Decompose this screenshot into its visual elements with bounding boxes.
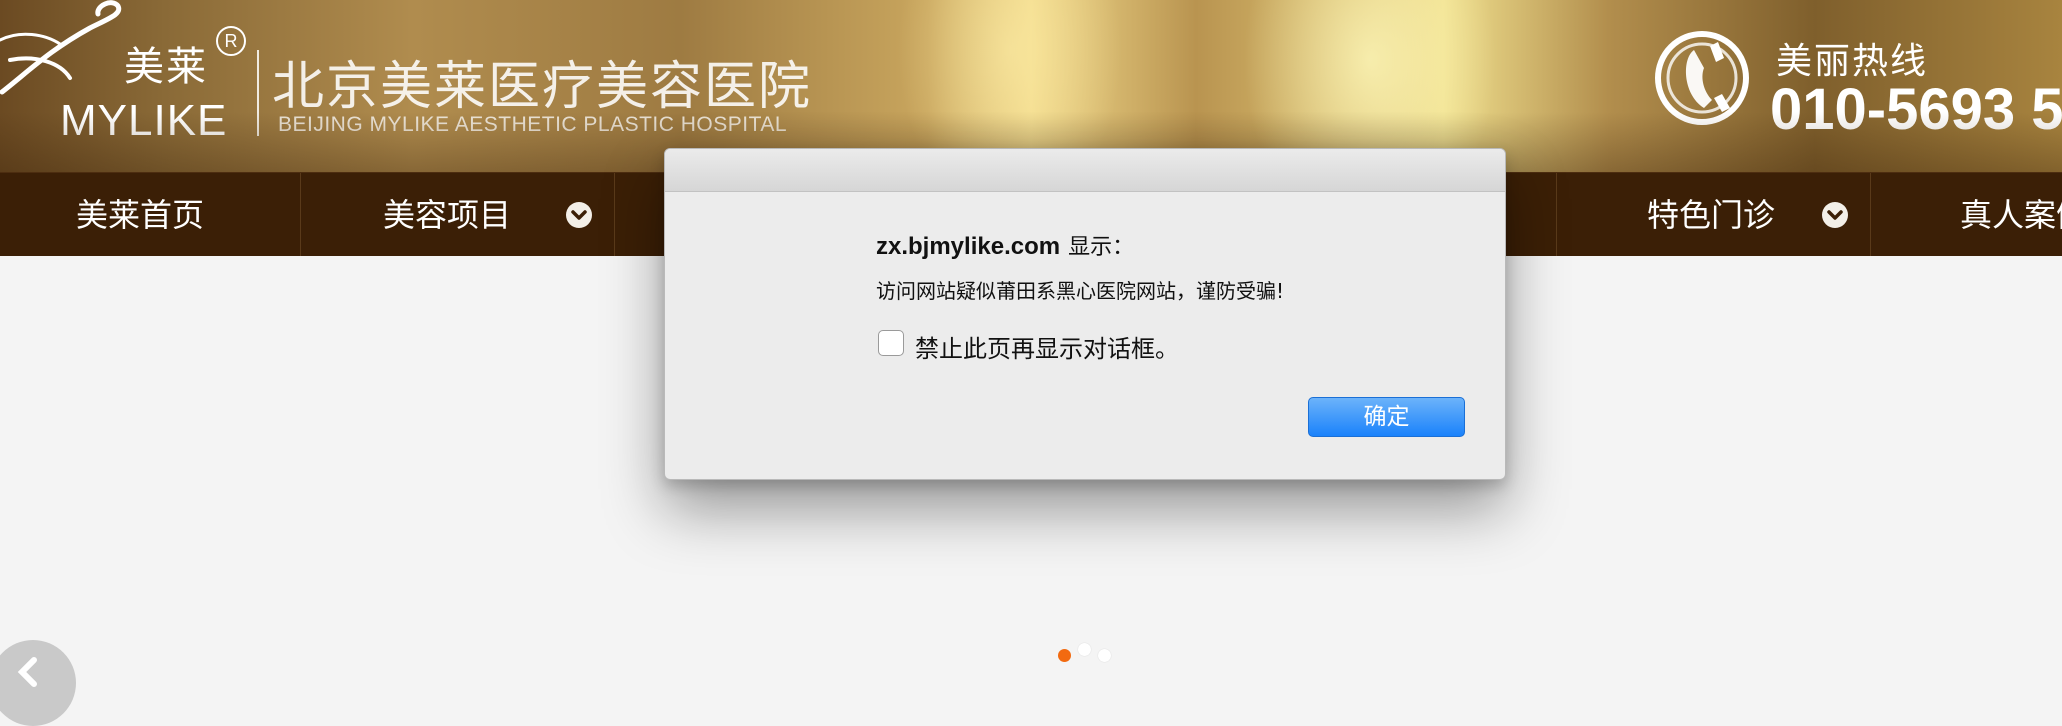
dialog-heading: zx.bjmylike.com 显示： — [876, 229, 1134, 261]
dialog-titlebar[interactable] — [665, 149, 1505, 192]
chevron-down-icon — [566, 202, 592, 228]
nav-item-hidden-2[interactable] — [1504, 173, 1557, 257]
nav-item-label: 真人案例 — [1960, 196, 2062, 234]
nav-item-label: 美莱首页 — [76, 196, 205, 234]
nav-item-label: 特色门诊 — [1647, 196, 1776, 234]
dialog-host: zx.bjmylike.com — [876, 233, 1061, 260]
hospital-name-en: BEIJING MYLIKE AESTHETIC PLASTIC HOSPITA… — [278, 113, 788, 136]
ok-button[interactable]: 确定 — [1308, 397, 1465, 437]
suppress-dialogs-checkbox[interactable] — [878, 330, 904, 356]
logo-swirl-icon — [0, 0, 122, 95]
logo-divider — [257, 50, 259, 136]
slider-dot[interactable] — [1058, 649, 1071, 662]
logo-text-cn: 美莱 — [124, 44, 208, 90]
nav-item-special-clinic[interactable]: 特色门诊 — [1556, 173, 1871, 257]
chevron-left-icon — [17, 657, 37, 687]
hotline-number: 010-5693 5 — [1770, 77, 2062, 142]
slider-dot[interactable] — [1078, 643, 1091, 656]
logo-text-en: MYLIKE — [60, 96, 228, 145]
phone-icon — [1655, 31, 1749, 125]
hospital-name: 北京美莱医疗美容医院 — [272, 57, 813, 117]
dialog-host-suffix: 显示： — [1068, 235, 1135, 260]
registered-mark: R — [216, 26, 246, 56]
slider-dot[interactable] — [1098, 649, 1111, 662]
alert-dialog: zx.bjmylike.com 显示： 访问网站疑似莆田系黑心医院网站，谨防受骗!… — [664, 148, 1506, 480]
chevron-down-icon — [1822, 202, 1848, 228]
slider-prev-button[interactable] — [0, 640, 76, 726]
suppress-dialogs-label[interactable]: 禁止此页再显示对话框。 — [915, 329, 1179, 364]
dialog-message: 访问网站疑似莆田系黑心医院网站，谨防受骗! — [876, 279, 1285, 303]
site-header: 美莱 R MYLIKE 北京美莱医疗美容医院 BEIJING MYLIKE AE… — [0, 0, 2062, 172]
nav-item-real-cases[interactable]: 真人案例 — [1870, 173, 2062, 257]
nav-item-home[interactable]: 美莱首页 — [0, 173, 301, 257]
nav-item-label: 美容项目 — [383, 196, 512, 234]
nav-item-beauty-projects[interactable]: 美容项目 — [300, 173, 615, 257]
